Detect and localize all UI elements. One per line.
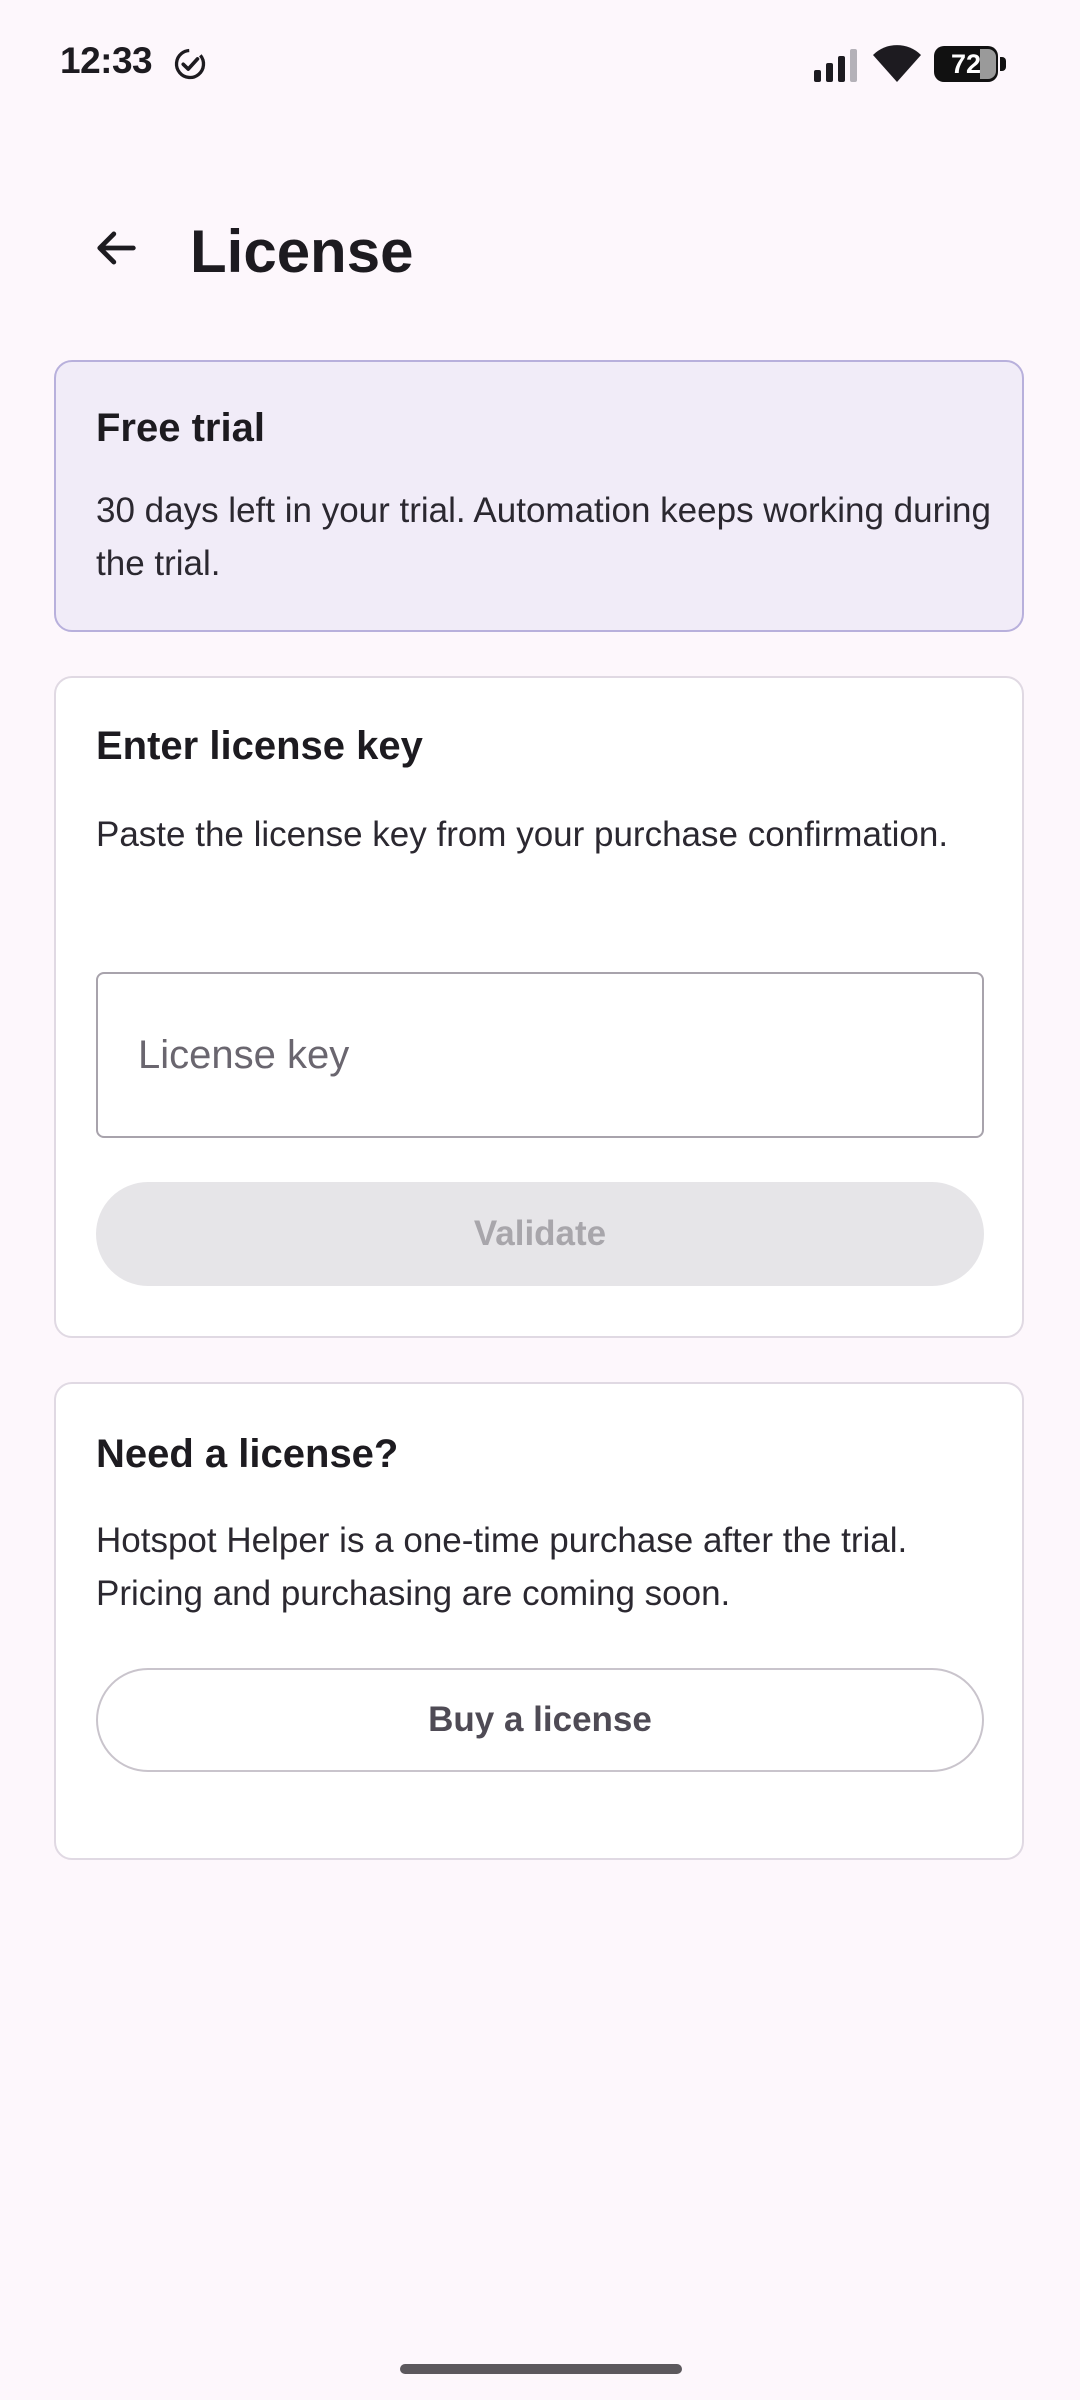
- home-indicator[interactable]: [400, 2364, 682, 2374]
- validate-button[interactable]: Validate: [96, 1182, 984, 1286]
- status-bar: 12:33 72: [0, 0, 1080, 128]
- trial-title: Free trial: [96, 406, 265, 450]
- need-license-text: Hotspot Helper is a one-time purchase af…: [96, 1521, 908, 1613]
- page-title: License: [190, 218, 414, 285]
- status-time: 12:33: [60, 40, 153, 81]
- arrow-left-icon: [97, 231, 136, 265]
- license-key-card: Enter license key Paste the license key …: [54, 676, 1024, 1338]
- trial-text: 30 days left in your trial. Automation k…: [96, 491, 991, 583]
- license-key-description: Paste the license key from your purchase…: [96, 815, 949, 854]
- license-key-input[interactable]: [96, 972, 984, 1138]
- battery-icon: 72: [934, 46, 1008, 82]
- signal-icon: [814, 49, 857, 82]
- need-license-card: Need a license? Hotspot Helper is a one-…: [54, 1382, 1024, 1860]
- battery-tip: [1000, 57, 1006, 71]
- need-license-title: Need a license?: [96, 1432, 399, 1476]
- battery-empty-segment: [980, 49, 996, 79]
- license-key-title: Enter license key: [96, 724, 423, 768]
- back-button[interactable]: [68, 200, 164, 296]
- trial-card: Free trial 30 days left in your trial. A…: [54, 360, 1024, 632]
- buy-license-button[interactable]: Buy a license: [96, 1668, 984, 1772]
- wifi-icon: [873, 45, 921, 82]
- check-circle-icon: [174, 48, 206, 80]
